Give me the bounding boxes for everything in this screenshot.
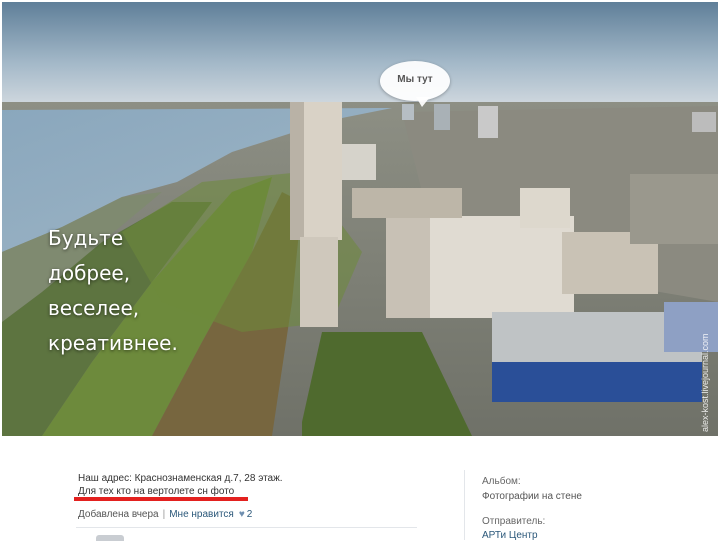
photo-description: Наш адрес: Краснознаменская д.7, 28 этаж… <box>78 472 283 498</box>
bubble-tail <box>416 97 430 107</box>
avatar[interactable] <box>96 535 124 541</box>
like-button[interactable]: Мне нравится <box>169 509 234 520</box>
album-label: Альбом: <box>482 476 521 487</box>
divider-horizontal <box>76 527 417 528</box>
photo-meta: Добавлена вчера | Мне нравится ♥ 2 <box>78 509 252 520</box>
divider-vertical <box>464 470 465 540</box>
red-underline <box>74 497 248 501</box>
wall-photo[interactable]: Будьте добрее, веселее, креативнее. <box>2 2 718 436</box>
slogan-line-1: Будьте <box>48 226 124 250</box>
sender-link[interactable]: АРТи Центр <box>482 530 538 541</box>
city-panorama-image <box>2 2 718 436</box>
location-bubble: Мы тут <box>380 61 450 107</box>
photo-watermark: alex-kost.livejournal.com <box>700 333 710 432</box>
added-date: Добавлена вчера <box>78 509 159 520</box>
slogan-text: Будьте добрее, веселее, креативнее. <box>48 221 178 361</box>
slogan-line-3: веселее, <box>48 296 140 320</box>
meta-separator: | <box>162 509 166 520</box>
slogan-line-2: добрее, <box>48 261 131 285</box>
bubble-label: Мы тут <box>397 74 433 85</box>
heart-icon[interactable]: ♥ <box>239 509 245 520</box>
like-count[interactable]: 2 <box>247 509 253 520</box>
address-text: Наш адрес: Краснознаменская д.7, 28 этаж… <box>78 473 283 484</box>
album-value[interactable]: Фотографии на стене <box>482 491 582 502</box>
slogan-line-4: креативнее. <box>48 331 178 355</box>
sender-label: Отправитель: <box>482 516 546 527</box>
